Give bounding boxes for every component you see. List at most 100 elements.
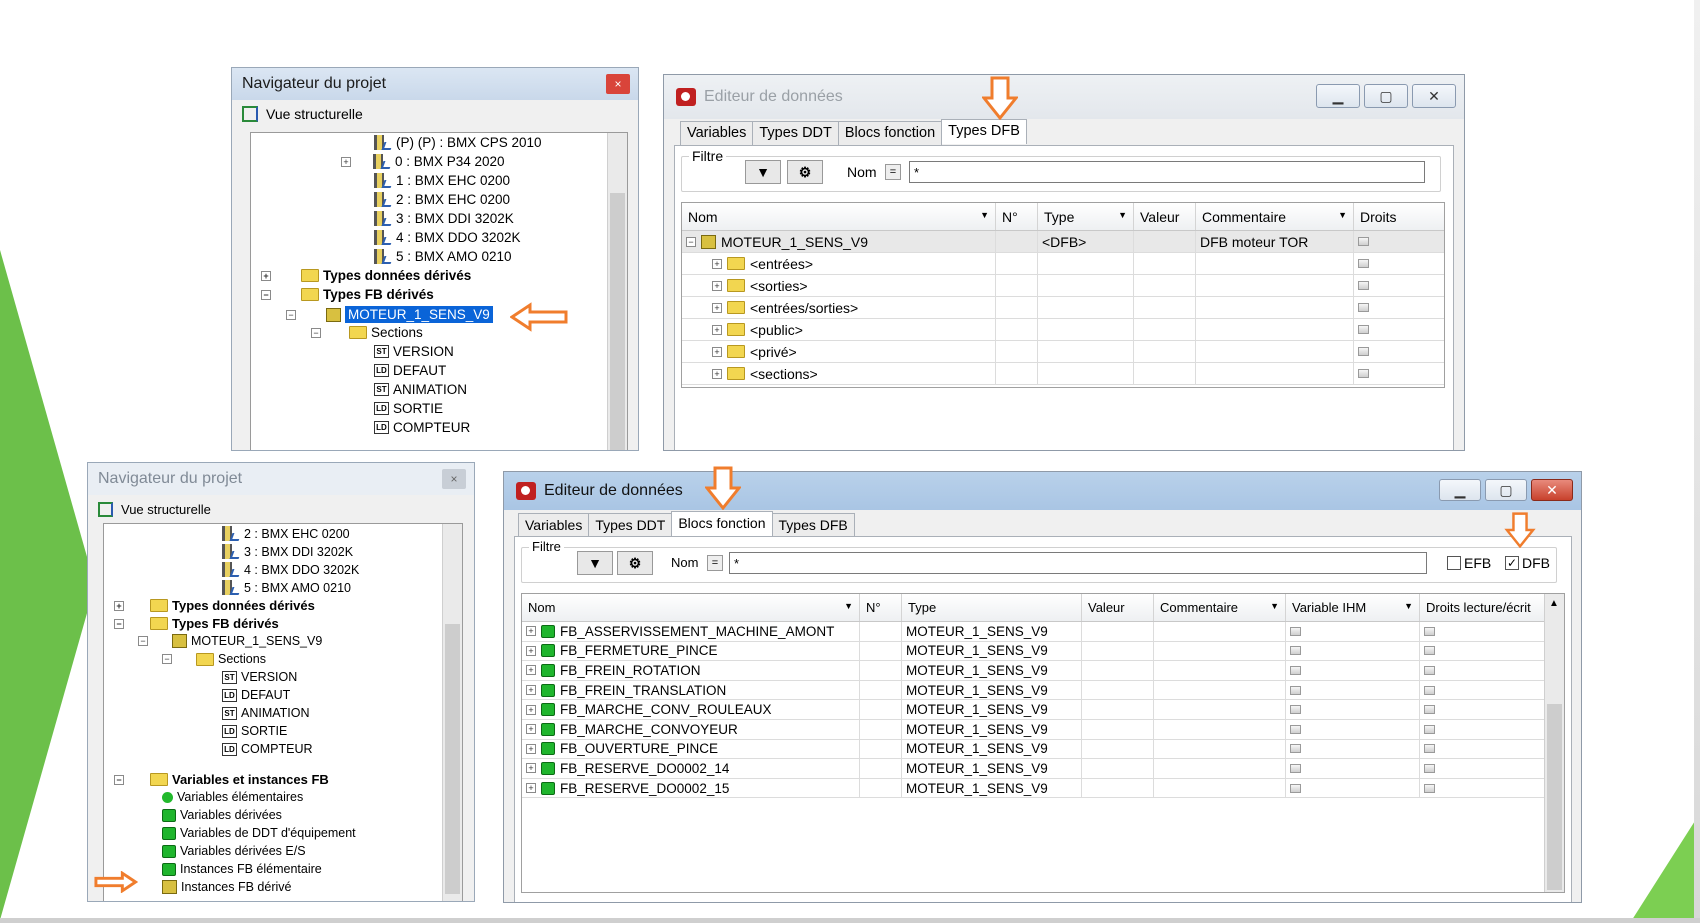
- expand-icon[interactable]: +: [261, 270, 271, 281]
- close-icon[interactable]: ×: [442, 469, 466, 489]
- tree-item-derived-fb-types[interactable]: − Types FB dérivés: [114, 616, 279, 631]
- tree-item-dfb-instances[interactable]: Instances FB dérivé: [162, 880, 291, 894]
- table-row[interactable]: + FB_FREIN_ROTATION MOTEUR_1_SENS_V9: [522, 661, 1564, 681]
- equals-operator[interactable]: =: [707, 555, 723, 571]
- minimize-button[interactable]: ▁: [1316, 84, 1360, 108]
- tree-item-version[interactable]: ST VERSION: [374, 344, 454, 359]
- name-filter-input[interactable]: [729, 552, 1427, 574]
- col-variable-ihm[interactable]: Variable IHM ▼: [1286, 594, 1420, 621]
- tab-variables[interactable]: Variables: [518, 513, 590, 538]
- collapse-icon[interactable]: −: [138, 636, 148, 646]
- rights-icon[interactable]: [1358, 281, 1369, 290]
- expand-icon[interactable]: +: [526, 724, 536, 735]
- tree-item-animation[interactable]: ST ANIMATION: [374, 382, 467, 397]
- name-filter-input[interactable]: [909, 161, 1425, 183]
- flag-icon[interactable]: [1424, 783, 1435, 793]
- expand-icon[interactable]: +: [526, 645, 536, 656]
- table-row[interactable]: + <privé>: [682, 341, 1444, 363]
- tree-item-efb-instances[interactable]: Instances FB élémentaire: [162, 862, 322, 876]
- table-row[interactable]: + FB_MARCHE_CONVOYEUR MOTEUR_1_SENS_V9: [522, 720, 1564, 740]
- expand-icon[interactable]: +: [712, 324, 722, 335]
- maximize-button[interactable]: ▢: [1364, 84, 1408, 108]
- expand-icon[interactable]: +: [526, 763, 536, 774]
- table-row[interactable]: + FB_FERMETURE_PINCE MOTEUR_1_SENS_V9: [522, 641, 1564, 662]
- tree-item-derived-vars[interactable]: Variables dérivées: [162, 808, 282, 822]
- tree-item-version[interactable]: ST VERSION: [222, 670, 297, 684]
- tree-item-defaut[interactable]: LD DEFAUT: [222, 688, 290, 702]
- tab-types-ddt[interactable]: Types DDT: [752, 121, 839, 146]
- tree-item-animation[interactable]: ST ANIMATION: [222, 706, 310, 720]
- expand-icon[interactable]: +: [526, 783, 536, 794]
- flag-icon[interactable]: [1290, 685, 1301, 695]
- tree-item-ehc2[interactable]: 2 : BMX EHC 0200: [374, 192, 510, 207]
- col-valeur[interactable]: Valeur: [1082, 594, 1154, 621]
- navigator-tree[interactable]: (P) (P) : BMX CPS 2010 +0 : BMX P34 2020…: [250, 132, 628, 450]
- expand-icon[interactable]: +: [712, 280, 722, 291]
- tree-item-defaut[interactable]: LD DEFAUT: [374, 363, 446, 378]
- tree-item-sortie[interactable]: LD SORTIE: [374, 401, 443, 416]
- scrollbar-thumb[interactable]: [610, 193, 625, 450]
- tab-types-dfb[interactable]: Types DFB: [941, 119, 1027, 144]
- table-row[interactable]: + FB_OUVERTURE_PINCE MOTEUR_1_SENS_V9: [522, 739, 1564, 760]
- expand-icon[interactable]: +: [526, 704, 536, 715]
- table-row[interactable]: + <entrées>: [682, 253, 1444, 275]
- maximize-button[interactable]: ▢: [1485, 479, 1527, 501]
- table-row[interactable]: + FB_RESERVE_DO0002_15 MOTEUR_1_SENS_V9: [522, 778, 1564, 799]
- collapse-icon[interactable]: −: [261, 289, 271, 300]
- col-num[interactable]: N°: [996, 203, 1038, 230]
- tree-item-compteur[interactable]: LD COMPTEUR: [222, 742, 313, 756]
- col-commentaire[interactable]: Commentaire ▼: [1154, 594, 1286, 621]
- tree-item-ddt-equipment-vars[interactable]: Variables de DDT d'équipement: [162, 826, 356, 840]
- table-row[interactable]: + <entrées/sorties>: [682, 297, 1444, 319]
- vertical-scrollbar[interactable]: ▲: [1544, 594, 1564, 892]
- tree-item-ddi[interactable]: 3 : BMX DDI 3202K: [374, 211, 514, 226]
- expand-icon[interactable]: +: [526, 626, 536, 637]
- tree-item-elementary-vars[interactable]: Variables élémentaires: [162, 790, 303, 804]
- tab-types-dfb[interactable]: Types DFB: [771, 513, 855, 538]
- flag-icon[interactable]: [1290, 646, 1301, 656]
- col-commentaire[interactable]: Commentaire ▼: [1196, 203, 1354, 230]
- scrollbar-thumb[interactable]: [445, 624, 460, 894]
- tree-item-sortie[interactable]: LD SORTIE: [222, 724, 287, 738]
- tree-item-sections[interactable]: − Sections: [311, 325, 423, 340]
- flag-icon[interactable]: [1424, 724, 1435, 734]
- tab-function-blocks[interactable]: Blocs fonction: [671, 511, 773, 536]
- filter-funnel-button[interactable]: ▼: [745, 160, 781, 184]
- flag-icon[interactable]: [1424, 685, 1435, 695]
- navigator-tree[interactable]: 2 : BMX EHC 0200 3 : BMX DDI 3202K 4 : B…: [103, 523, 463, 901]
- tree-item-moteur-dfb[interactable]: − MOTEUR_1_SENS_V9: [138, 634, 322, 648]
- close-button[interactable]: ✕: [1412, 84, 1456, 108]
- tree-item-p34[interactable]: +0 : BMX P34 2020: [341, 154, 505, 169]
- col-droits[interactable]: Droits lecture/écrit: [1420, 594, 1546, 621]
- tree-item-amo[interactable]: 5 : BMX AMO 0210: [374, 249, 512, 264]
- table-row[interactable]: + FB_ASSERVISSEMENT_MACHINE_AMONT MOTEUR_1…: [522, 622, 1564, 642]
- checkbox-checked[interactable]: ✓: [1505, 556, 1519, 570]
- tree-item-ddo[interactable]: 4 : BMX DDO 3202K: [222, 562, 359, 577]
- expand-icon[interactable]: +: [114, 600, 124, 611]
- filter-settings-button[interactable]: ⚙: [787, 160, 823, 184]
- dfb-checkbox[interactable]: ✓ DFB: [1505, 555, 1550, 571]
- expand-icon[interactable]: +: [526, 685, 536, 696]
- expand-icon[interactable]: +: [712, 302, 722, 313]
- tab-types-ddt[interactable]: Types DDT: [588, 513, 673, 538]
- close-icon[interactable]: ×: [606, 74, 630, 94]
- vertical-scrollbar[interactable]: [442, 524, 462, 901]
- table-row[interactable]: + <sections>: [682, 363, 1444, 385]
- equals-operator[interactable]: =: [885, 164, 901, 180]
- table-row[interactable]: + FB_FREIN_TRANSLATION MOTEUR_1_SENS_V9: [522, 680, 1564, 701]
- flag-icon[interactable]: [1424, 626, 1435, 636]
- tree-item-ehc2[interactable]: 2 : BMX EHC 0200: [222, 526, 350, 541]
- tree-item-moteur-dfb[interactable]: − MOTEUR_1_SENS_V9: [286, 306, 493, 323]
- efb-checkbox[interactable]: EFB: [1447, 555, 1491, 571]
- table-row[interactable]: + <sorties>: [682, 275, 1444, 297]
- close-button[interactable]: ✕: [1531, 479, 1573, 501]
- flag-icon[interactable]: [1424, 763, 1435, 773]
- flag-icon[interactable]: [1290, 763, 1301, 773]
- flag-icon[interactable]: [1290, 665, 1301, 675]
- tree-item-amo[interactable]: 5 : BMX AMO 0210: [222, 580, 351, 595]
- expand-icon[interactable]: +: [526, 743, 536, 754]
- tree-item-ddi[interactable]: 3 : BMX DDI 3202K: [222, 544, 353, 559]
- minimize-button[interactable]: ▁: [1439, 479, 1481, 501]
- col-nom[interactable]: Nom ▼: [522, 594, 860, 621]
- flag-icon[interactable]: [1424, 665, 1435, 675]
